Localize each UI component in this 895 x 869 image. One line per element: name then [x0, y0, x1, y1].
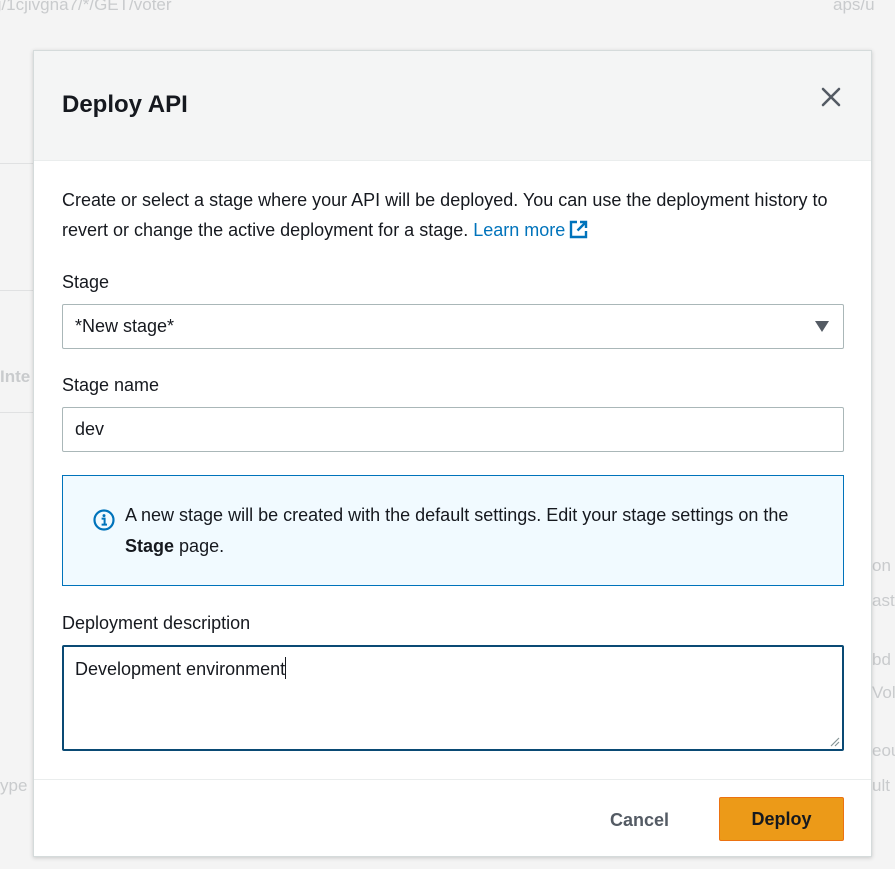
- info-icon: [93, 509, 115, 531]
- background-text: g/1cjivgna7/*/GET/voter: [0, 0, 172, 14]
- info-text-bold: Stage: [125, 536, 175, 556]
- stage-select[interactable]: *New stage*: [62, 304, 844, 349]
- deployment-description-textarea[interactable]: Development environment: [62, 645, 844, 751]
- learn-more-link[interactable]: Learn more: [473, 220, 588, 240]
- stage-name-label: Stage name: [62, 375, 160, 395]
- modal-intro: Create or select a stage where your API …: [62, 185, 844, 245]
- stage-select-value: *New stage*: [75, 316, 175, 336]
- background-text: eou: [872, 741, 895, 760]
- background-text: ult: [872, 776, 890, 795]
- external-link-icon: [570, 220, 588, 239]
- resize-grip-icon[interactable]: [830, 737, 840, 747]
- stage-name-input[interactable]: dev: [62, 407, 844, 452]
- info-text: A new stage will be created with the def…: [125, 500, 825, 562]
- modal-footer: Cancel Deploy: [34, 779, 871, 858]
- intro-text: Create or select a stage where your API …: [62, 185, 844, 245]
- close-button[interactable]: [818, 84, 844, 110]
- background-text: ype: [0, 776, 28, 795]
- modal-title: Deploy API: [62, 91, 188, 118]
- background-text: aps/u: [833, 0, 875, 14]
- background-text: bd: [872, 650, 891, 669]
- deployment-description-value: Development environment: [75, 659, 286, 679]
- learn-more-label: Learn more: [473, 220, 566, 240]
- deploy-button[interactable]: Deploy: [719, 797, 844, 841]
- info-text-before: A new stage will be created with the def…: [125, 505, 789, 525]
- background-text: ast: [872, 591, 895, 610]
- deploy-api-modal: Deploy API Create or select a stage wher…: [33, 50, 872, 857]
- deployment-description-label: Deployment description: [62, 613, 251, 633]
- close-icon: [821, 87, 841, 107]
- stage-name-value: dev: [75, 419, 105, 439]
- modal-header: Deploy API: [34, 51, 871, 161]
- background-divider: [0, 412, 33, 413]
- cancel-button[interactable]: Cancel: [582, 798, 697, 842]
- info-alert: A new stage will be created with the def…: [62, 475, 844, 586]
- background-text: Inte: [0, 367, 31, 386]
- background-divider: [0, 290, 33, 291]
- info-text-after: page.: [179, 536, 225, 556]
- intro-description: Create or select a stage where your API …: [62, 190, 828, 240]
- caret-down-icon: [815, 321, 829, 332]
- background-text: Vol: [872, 683, 895, 702]
- background-text: on: [872, 556, 891, 575]
- background-divider: [0, 163, 33, 164]
- text-cursor: [285, 657, 287, 679]
- stage-label: Stage: [62, 272, 110, 292]
